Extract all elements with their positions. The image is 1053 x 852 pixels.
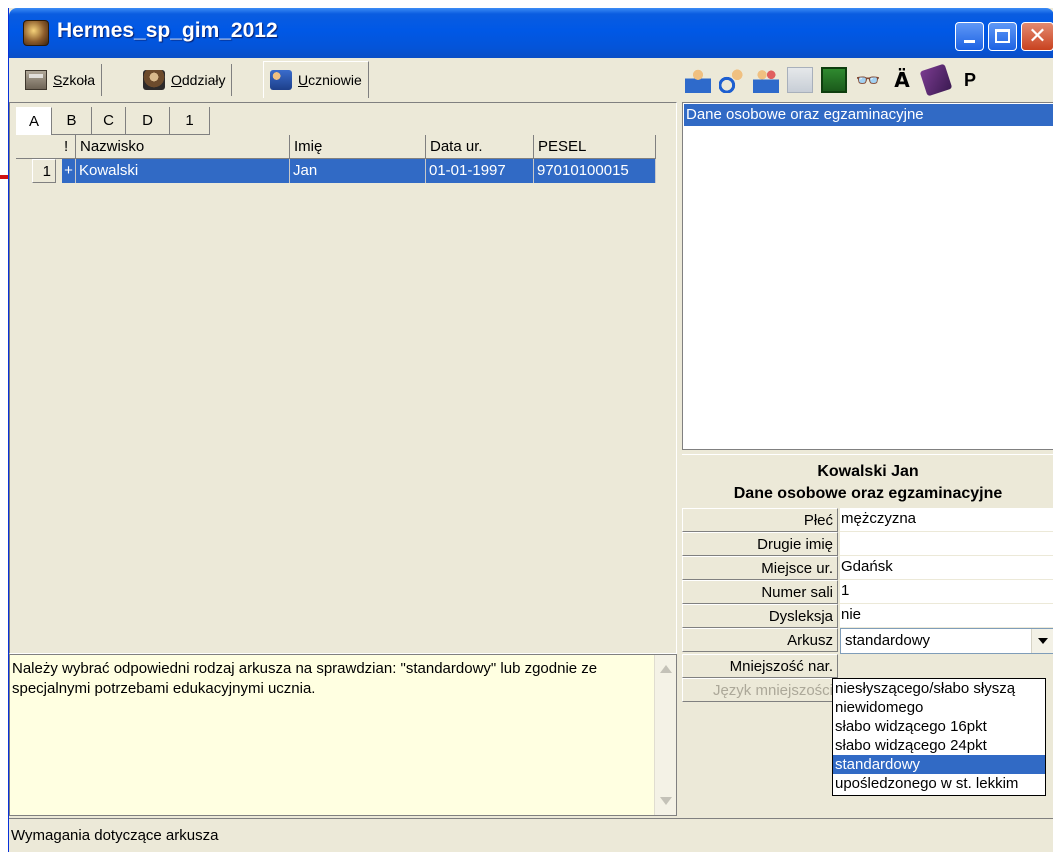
dropdown-option[interactable]: słabo widzącego 24pkt (833, 736, 1045, 755)
cell-pesel[interactable]: 97010100015 (534, 159, 656, 183)
prop-row-dysleksja: Dysleksja nie (682, 604, 1053, 628)
prop-label-drugie-imie[interactable]: Drugie imię (682, 532, 838, 556)
maximize-icon (995, 29, 1010, 43)
arkusz-select[interactable]: standardowy (840, 628, 1053, 654)
student-name: Kowalski Jan (817, 463, 919, 480)
p-icon[interactable]: P (957, 67, 983, 93)
prop-label-miejsce-ur[interactable]: Miejsce ur. (682, 556, 838, 580)
student-info-header: Kowalski Jan Dane osobowe oraz egzaminac… (682, 454, 1053, 508)
students-icon (270, 70, 292, 90)
app-icon[interactable] (23, 20, 49, 46)
row-number[interactable]: 1 (32, 159, 56, 183)
prop-label-plec[interactable]: Płeć (682, 508, 838, 532)
app-window: Hermes_sp_gim_2012 ✕ Szkoła Oddziały Ucz… (8, 8, 1053, 852)
header-pesel[interactable]: PESEL (534, 135, 656, 159)
scroll-down-icon[interactable] (660, 797, 672, 805)
category-list: Dane osobowe oraz egzaminacyjne (682, 102, 1053, 450)
students-panel: A B C D 1 ! Nazwisko Imię Data ur. PESEL… (9, 102, 677, 654)
prop-value-numer-sali[interactable]: 1 (840, 580, 1053, 604)
prop-row-mniejszosc: Mniejszość nar. (682, 654, 1053, 678)
cell-nazwisko[interactable]: Kowalski (76, 159, 290, 183)
prop-row-numer-sali: Numer sali 1 (682, 580, 1053, 604)
prop-row-plec: Płeć mężczyzna (682, 508, 1053, 532)
letter-tab-d[interactable]: D (126, 107, 170, 135)
status-text: Wymagania dotyczące arkusza (11, 827, 219, 844)
chevron-down-icon[interactable] (1031, 629, 1053, 653)
cell-imie[interactable]: Jan (290, 159, 426, 183)
letter-tab-1[interactable]: 1 (170, 107, 210, 135)
group-icon[interactable] (753, 67, 779, 93)
tab-szkola[interactable]: Szkoła (19, 64, 103, 96)
a-umlaut-icon[interactable]: Ä (889, 67, 915, 93)
header-imie[interactable]: Imię (290, 135, 426, 159)
tab-oddzialy[interactable]: Oddziały (137, 64, 233, 96)
prop-value-miejsce-ur[interactable]: Gdańsk (840, 556, 1053, 580)
window-title: Hermes_sp_gim_2012 (57, 19, 278, 42)
prop-label-dysleksja[interactable]: Dysleksja (682, 604, 838, 628)
cell-data-ur[interactable]: 01-01-1997 (426, 159, 534, 183)
dropdown-option[interactable]: niesłyszącego/słabo słyszą (833, 679, 1045, 698)
save-icon[interactable] (821, 67, 847, 93)
prop-label-numer-sali[interactable]: Numer sali (682, 580, 838, 604)
prop-label-arkusz[interactable]: Arkusz (682, 628, 838, 652)
dropdown-option[interactable]: słabo widzącego 16pkt (833, 717, 1045, 736)
list-item[interactable]: Dane osobowe oraz egzaminacyjne (684, 104, 1053, 126)
dropdown-option[interactable]: upośledzonego w st. lekkim (833, 774, 1045, 793)
prop-row-arkusz: Arkusz standardowy (682, 628, 1053, 654)
maximize-button[interactable] (988, 22, 1017, 51)
tab-szkola-label: Szkoła (53, 72, 96, 88)
description-box: Należy wybrać odpowiedni rodzaj arkusza … (9, 654, 677, 816)
prop-label-jezyk-mniejszosci: Język mniejszości (682, 678, 838, 702)
dropdown-option-selected[interactable]: standardowy (833, 755, 1045, 774)
table-header: ! Nazwisko Imię Data ur. PESEL (16, 135, 672, 159)
table-row[interactable]: 1 + Kowalski Jan 01-01-1997 97010100015 (16, 159, 672, 183)
students-table: ! Nazwisko Imię Data ur. PESEL 1 + Kowal… (16, 135, 672, 651)
header-flag[interactable]: ! (62, 135, 76, 159)
arkusz-selected-value: standardowy (845, 632, 931, 649)
letter-tab-b[interactable]: B (52, 107, 92, 135)
add-student-icon[interactable] (685, 67, 711, 93)
cut-student-icon[interactable] (719, 67, 745, 93)
section-subtitle: Dane osobowe oraz egzaminacyjne (733, 485, 1003, 502)
scroll-up-icon[interactable] (660, 665, 672, 673)
header-nazwisko[interactable]: Nazwisko (76, 135, 290, 159)
tab-uczniowie[interactable]: Uczniowie (263, 61, 369, 98)
prop-label-mniejszosc[interactable]: Mniejszość nar. (682, 654, 838, 678)
description-text: Należy wybrać odpowiedni rodzaj arkusza … (12, 660, 598, 697)
minimize-button[interactable] (955, 22, 984, 51)
close-icon: ✕ (1028, 24, 1047, 49)
title-bar[interactable]: Hermes_sp_gim_2012 ✕ (9, 8, 1053, 58)
arkusz-dropdown-list: niesłyszącego/słabo słyszą niewidomego s… (832, 678, 1046, 796)
header-spacer (16, 135, 62, 159)
school-icon (25, 70, 47, 90)
book-icon[interactable] (919, 63, 953, 97)
minimize-icon (964, 40, 975, 43)
tab-uczniowie-label: Uczniowie (298, 72, 362, 88)
prop-value-plec[interactable]: mężczyzna (840, 508, 1053, 532)
prop-row-miejsce-ur: Miejsce ur. Gdańsk (682, 556, 1053, 580)
header-data-ur[interactable]: Data ur. (426, 135, 534, 159)
copy-doc-icon[interactable] (787, 67, 813, 93)
binoculars-icon[interactable]: 👓 (855, 67, 881, 93)
prop-row-drugie-imie: Drugie imię (682, 532, 1053, 556)
status-bar: Wymagania dotyczące arkusza (9, 818, 1053, 852)
toolbar: 👓 Ä P (685, 62, 1053, 98)
class-icon (143, 70, 165, 90)
prop-value-drugie-imie[interactable] (840, 532, 1053, 556)
prop-value-dysleksja[interactable]: nie (840, 604, 1053, 628)
letter-tabs: A B C D 1 (16, 107, 210, 135)
main-tabs: Szkoła Oddziały Uczniowie (9, 58, 677, 102)
tab-oddzialy-label: Oddziały (171, 72, 226, 88)
close-button[interactable]: ✕ (1021, 22, 1053, 51)
letter-tab-a[interactable]: A (16, 107, 52, 135)
letter-tab-c[interactable]: C (92, 107, 126, 135)
description-scrollbar[interactable] (654, 655, 676, 815)
dropdown-option[interactable]: niewidomego (833, 698, 1045, 717)
row-expand-marker[interactable]: + (62, 159, 76, 183)
